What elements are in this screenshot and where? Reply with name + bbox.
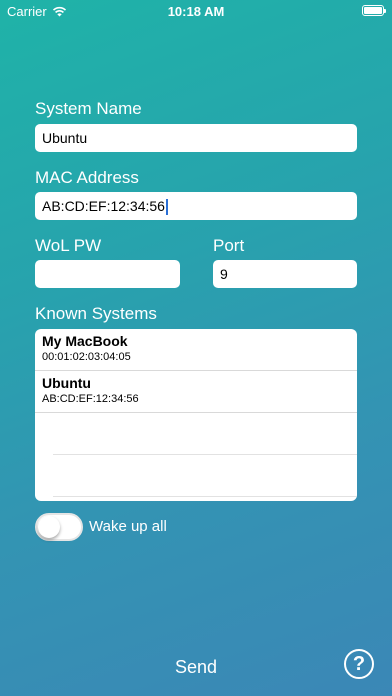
send-button[interactable]: Send	[0, 657, 392, 678]
port-field[interactable]	[213, 260, 357, 288]
empty-list-row	[53, 455, 357, 497]
help-icon: ?	[352, 653, 366, 675]
list-item-mac: AB:CD:EF:12:34:56	[42, 393, 139, 405]
wake-all-label: Wake up all	[89, 518, 167, 535]
mac-address-field[interactable]: AB:CD:EF:12:34:56	[35, 192, 357, 220]
list-item-name: My MacBook	[42, 333, 128, 349]
list-item[interactable]: Ubuntu AB:CD:EF:12:34:56	[35, 371, 357, 413]
status-time: 10:18 AM	[167, 4, 225, 19]
wol-pw-label: WoL PW	[35, 236, 102, 255]
known-systems-list[interactable]: My MacBook 00:01:02:03:04:05 Ubuntu AB:C…	[35, 329, 357, 501]
status-bar: Carrier 10:18 AM	[0, 0, 392, 22]
toggle-knob	[38, 516, 60, 538]
mac-address-value: AB:CD:EF:12:34:56	[42, 198, 165, 214]
help-button[interactable]: ?	[344, 649, 374, 679]
list-item[interactable]: My MacBook 00:01:02:03:04:05	[35, 329, 357, 371]
battery-icon	[362, 5, 386, 16]
system-name-field[interactable]	[35, 124, 357, 152]
known-systems-label: Known Systems	[35, 304, 157, 323]
port-label: Port	[213, 236, 245, 255]
system-name-label: System Name	[35, 99, 142, 118]
wake-all-toggle[interactable]	[35, 513, 83, 541]
empty-list-row	[53, 413, 357, 455]
list-item-mac: 00:01:02:03:04:05	[42, 351, 131, 363]
list-item-name: Ubuntu	[42, 375, 91, 391]
wol-password-field[interactable]	[35, 260, 180, 288]
mac-address-label: MAC Address	[35, 168, 139, 187]
text-cursor	[165, 199, 168, 216]
